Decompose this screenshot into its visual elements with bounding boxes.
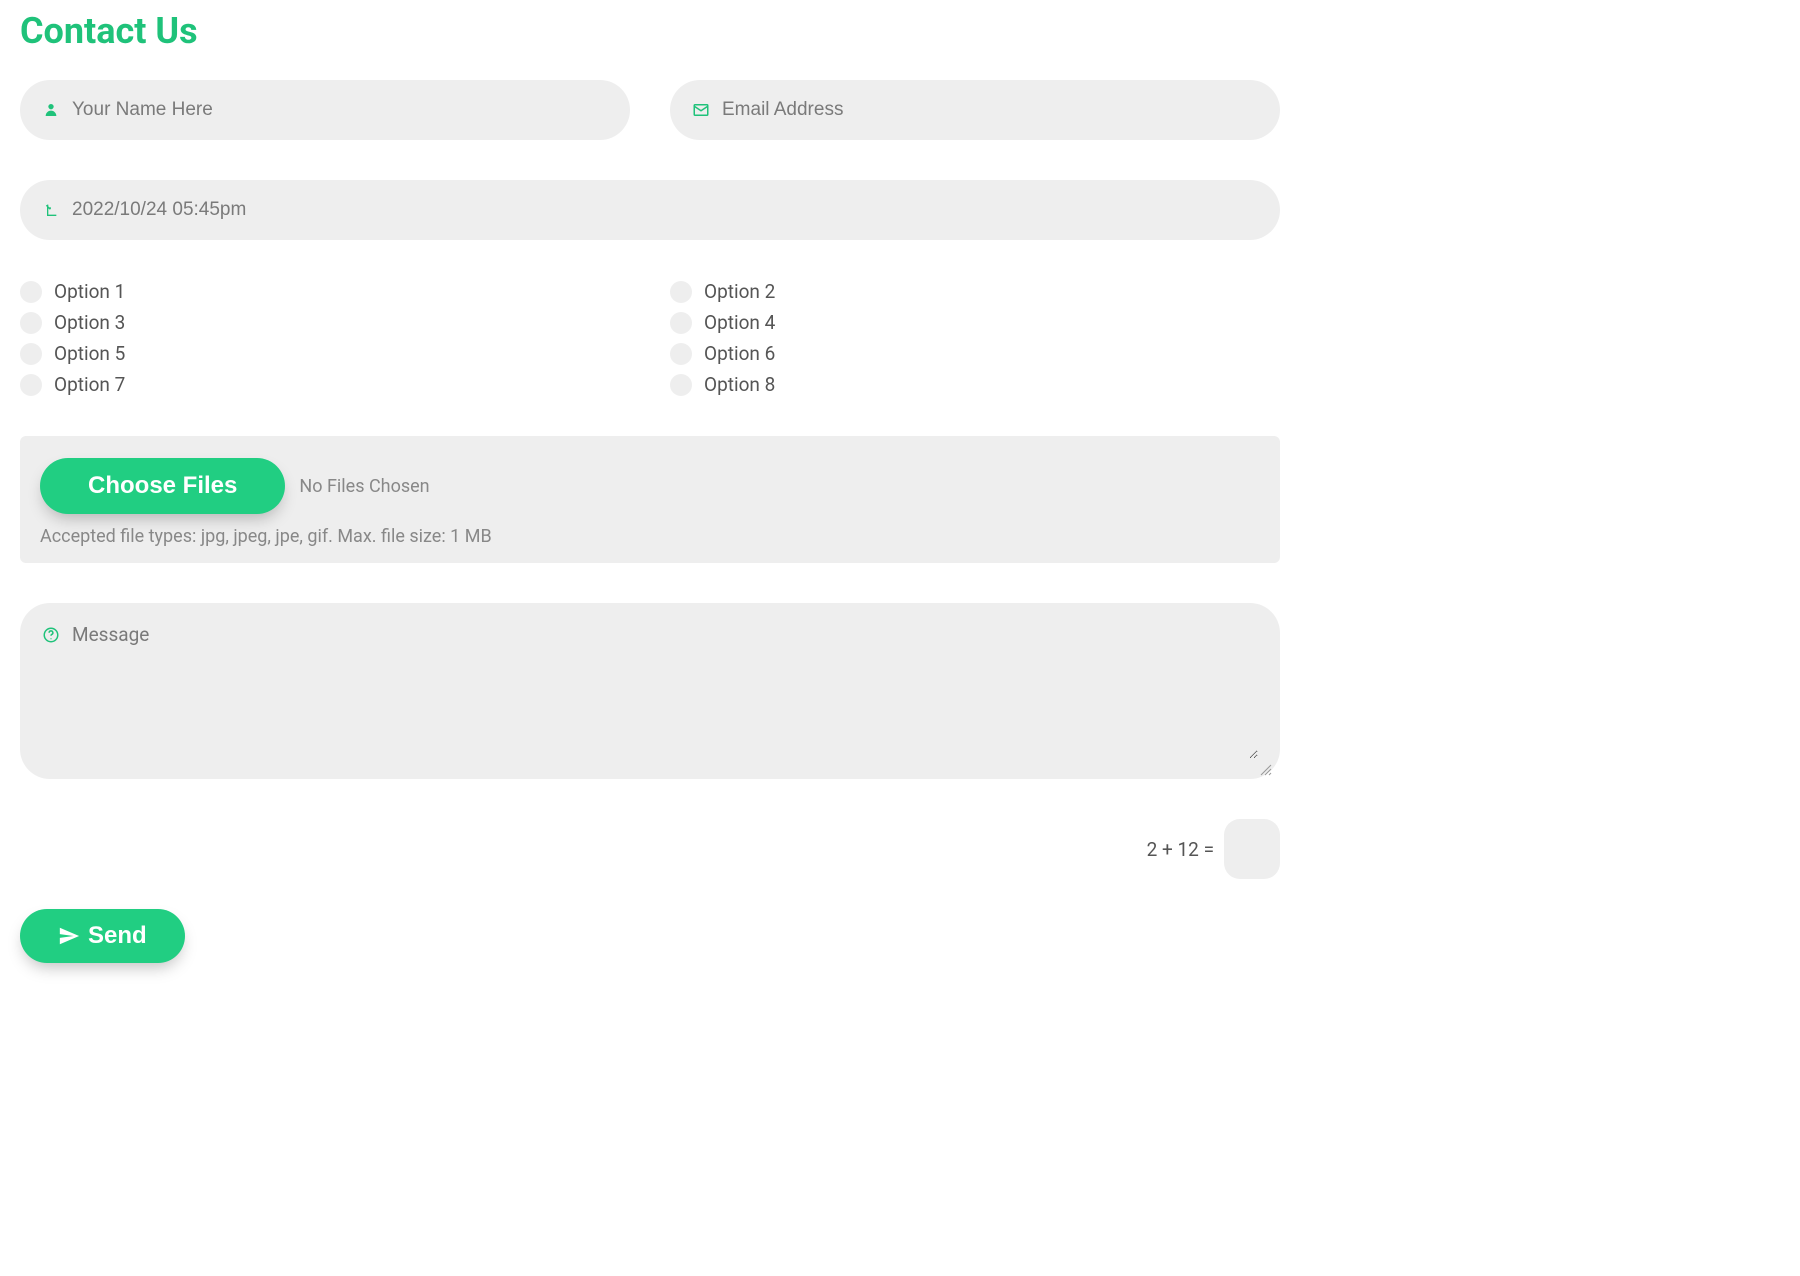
checkbox-indicator	[670, 343, 692, 365]
checkbox-option-2[interactable]: Option 2	[670, 280, 1280, 303]
name-input[interactable]	[60, 80, 608, 140]
submit-row: Send	[20, 909, 1280, 963]
checkbox-option-4[interactable]: Option 4	[670, 311, 1280, 334]
checkbox-indicator	[670, 312, 692, 334]
checkbox-indicator	[20, 374, 42, 396]
checkbox-indicator	[20, 281, 42, 303]
name-field-wrapper	[20, 80, 630, 140]
message-textarea[interactable]	[60, 623, 1258, 759]
send-button-label: Send	[88, 922, 147, 950]
captcha-input[interactable]	[1224, 819, 1280, 879]
choose-files-button[interactable]: Choose Files	[40, 458, 285, 514]
datetime-input[interactable]	[60, 180, 1258, 240]
checkbox-label: Option 5	[54, 342, 125, 365]
email-input[interactable]	[710, 80, 1258, 140]
paper-plane-icon	[58, 925, 80, 947]
checkbox-option-8[interactable]: Option 8	[670, 373, 1280, 396]
user-icon	[42, 101, 60, 119]
checkbox-option-1[interactable]: Option 1	[20, 280, 630, 303]
page-title: Contact Us	[20, 10, 1280, 52]
name-email-row	[20, 80, 1280, 140]
checkbox-option-7[interactable]: Option 7	[20, 373, 630, 396]
resize-handle-icon	[1260, 761, 1274, 775]
checkbox-indicator	[20, 312, 42, 334]
captcha-question: 2 + 12 =	[1147, 838, 1214, 861]
checkbox-label: Option 1	[54, 280, 125, 303]
checkbox-label: Option 2	[704, 280, 775, 303]
send-button[interactable]: Send	[20, 909, 185, 963]
checkbox-indicator	[670, 374, 692, 396]
datetime-icon	[42, 201, 60, 219]
checkbox-option-6[interactable]: Option 6	[670, 342, 1280, 365]
file-status: No Files Chosen	[299, 476, 429, 497]
checkbox-indicator	[20, 343, 42, 365]
file-upload-section: Choose Files No Files Chosen Accepted fi…	[20, 436, 1280, 563]
checkbox-label: Option 8	[704, 373, 775, 396]
file-hint: Accepted file types: jpg, jpeg, jpe, gif…	[40, 526, 1260, 547]
checkbox-group: Option 1 Option 2 Option 3 Option 4 Opti…	[20, 280, 1280, 396]
checkbox-indicator	[670, 281, 692, 303]
message-field-wrapper	[20, 603, 1280, 779]
file-upload-row: Choose Files No Files Chosen	[40, 458, 1260, 514]
datetime-field-wrapper	[20, 180, 1280, 240]
checkbox-label: Option 7	[54, 373, 125, 396]
contact-form: Option 1 Option 2 Option 3 Option 4 Opti…	[20, 80, 1280, 963]
captcha-row: 2 + 12 =	[20, 819, 1280, 879]
checkbox-label: Option 6	[704, 342, 775, 365]
checkbox-option-3[interactable]: Option 3	[20, 311, 630, 334]
email-field-wrapper	[670, 80, 1280, 140]
mail-icon	[692, 101, 710, 119]
checkbox-option-5[interactable]: Option 5	[20, 342, 630, 365]
datetime-row	[20, 180, 1280, 240]
checkbox-label: Option 4	[704, 311, 775, 334]
question-circle-icon	[42, 626, 60, 644]
checkbox-label: Option 3	[54, 311, 125, 334]
